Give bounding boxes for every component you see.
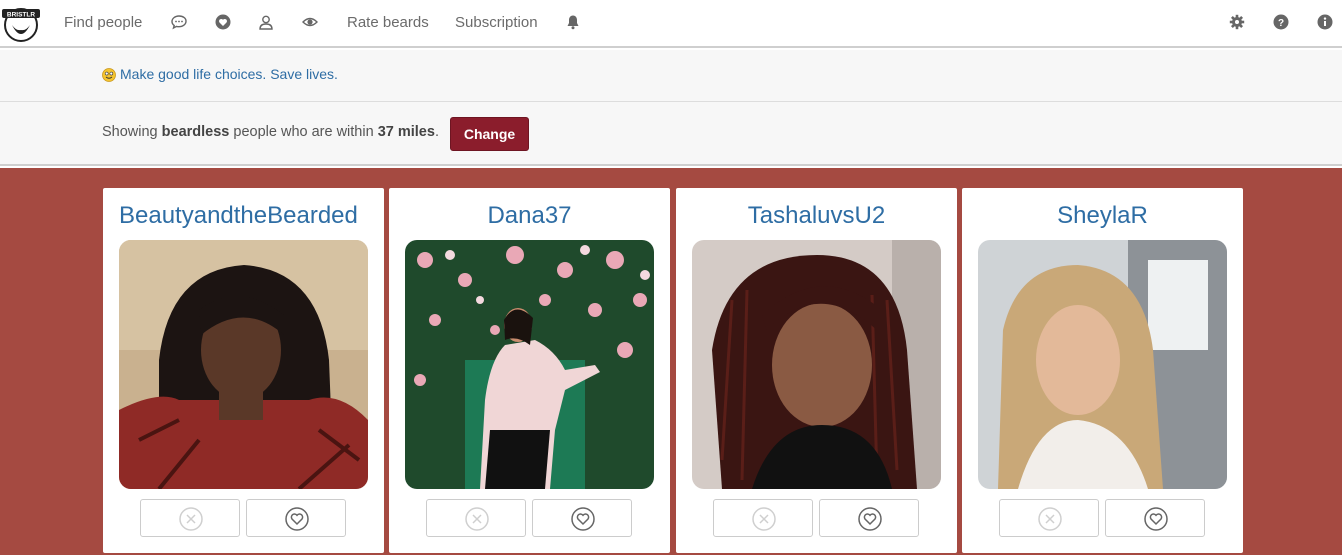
filter-summary: Showing beardless people who are within …: [102, 124, 439, 140]
like-button[interactable]: [532, 499, 632, 537]
filter-suffix: .: [434, 124, 439, 140]
close-icon: [179, 507, 203, 531]
message-link[interactable]: Make good life choices. Save lives.: [120, 66, 338, 82]
help-icon[interactable]: ?: [1273, 14, 1289, 30]
profile-name[interactable]: TashaluvsU2: [692, 202, 941, 230]
chat-icon[interactable]: [171, 14, 187, 30]
heart-outline-icon: [571, 507, 595, 531]
close-icon: [465, 507, 489, 531]
top-nav: BRISTLR Find people Rate beards Subscrip…: [0, 0, 1342, 48]
logo-text: BRISTLR: [7, 12, 35, 19]
nav-find-people[interactable]: Find people: [64, 0, 142, 46]
profile-photo[interactable]: [692, 240, 941, 489]
filter-bar: Showing beardless people who are within …: [0, 102, 1342, 166]
change-button[interactable]: Change: [450, 117, 529, 151]
info-icon[interactable]: [1317, 14, 1333, 30]
profile-photo[interactable]: [119, 240, 368, 489]
profile-photo[interactable]: [978, 240, 1227, 489]
close-icon: [1038, 507, 1062, 531]
bell-icon[interactable]: [565, 14, 581, 30]
pass-button[interactable]: [426, 499, 526, 537]
profile-name[interactable]: Dana37: [405, 202, 654, 230]
pass-button[interactable]: [999, 499, 1099, 537]
bristlr-logo[interactable]: BRISTLR: [2, 3, 40, 43]
heart-outline-icon: [1144, 507, 1168, 531]
filter-middle: people who are within: [229, 124, 378, 140]
heart-outline-icon: [285, 507, 309, 531]
like-button[interactable]: [819, 499, 919, 537]
eye-icon[interactable]: [302, 14, 318, 30]
close-icon: [752, 507, 776, 531]
profile-photo[interactable]: [405, 240, 654, 489]
svg-text:?: ?: [1278, 18, 1284, 29]
pass-button[interactable]: [713, 499, 813, 537]
profile-name[interactable]: SheylaR: [978, 202, 1227, 230]
gear-icon[interactable]: [1229, 14, 1245, 30]
nav-subscription[interactable]: Subscription: [455, 0, 538, 46]
message-bar: Make good life choices. Save lives.: [0, 50, 1342, 102]
results-area: BeautyandtheBearded Dana37 TashaluvsU2 S…: [0, 168, 1342, 555]
profile-card: BeautyandtheBearded: [103, 188, 384, 553]
user-icon[interactable]: [258, 14, 274, 30]
profile-name[interactable]: BeautyandtheBearded: [119, 202, 368, 230]
pass-button[interactable]: [140, 499, 240, 537]
heart-outline-icon: [858, 507, 882, 531]
filter-kind: beardless: [161, 124, 230, 140]
emoji-icon: [102, 68, 116, 82]
like-button[interactable]: [1105, 499, 1205, 537]
profile-card: TashaluvsU2: [676, 188, 957, 553]
profile-card: SheylaR: [962, 188, 1243, 553]
filter-prefix: Showing: [102, 124, 162, 140]
nav-rate-beards[interactable]: Rate beards: [347, 0, 429, 46]
like-button[interactable]: [246, 499, 346, 537]
filter-distance: 37 miles: [377, 124, 435, 140]
profile-card: Dana37: [389, 188, 670, 553]
heart-icon[interactable]: [215, 14, 231, 30]
